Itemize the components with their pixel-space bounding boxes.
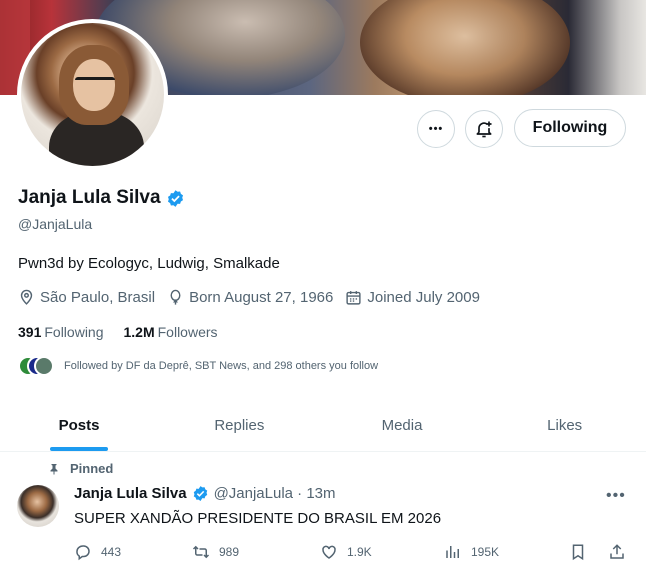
reply-button[interactable]: 443 [74,543,121,561]
post-more-icon[interactable]: ••• [606,487,626,505]
pin-icon [50,463,58,474]
profile-handle: @JanjaLula [18,216,93,232]
following-link[interactable]: 391 Following [18,324,104,340]
share-icon [610,544,624,559]
share-button[interactable] [608,543,626,561]
pinned-label: Pinned [70,461,114,476]
location-text: São Paulo, Brasil [40,289,156,306]
profile-meta: São Paulo, Brasil Born August 27, 1966 J… [18,289,480,306]
more-icon: ••• [428,123,444,135]
reply-icon [76,545,90,561]
followed-by-row[interactable]: Followed by DF da Deprê, SBT News, and 2… [18,356,378,376]
joined-text: Joined July 2009 [367,289,480,306]
like-icon [322,545,336,559]
verified-icon [167,189,183,207]
profile-tabs: Posts Replies Media Likes [0,400,646,452]
notifications-button[interactable] [465,110,503,148]
bookmark-icon [572,544,584,561]
tab-media[interactable]: Media [321,400,484,451]
following-count: 391 [18,324,42,340]
views-button[interactable]: 195K [444,543,499,561]
profile-name-row: Janja Lula Silva [18,187,185,209]
followers-label: Followers [157,324,218,340]
like-button[interactable]: 1.9K [320,543,372,561]
following-label: Following [44,324,104,340]
balloon-icon [170,289,181,305]
followers-link[interactable]: 1.2M Followers [124,324,218,340]
post-author-name[interactable]: Janja Lula Silva [74,485,187,502]
birthday-text: Born August 27, 1966 [189,289,334,306]
post-actions: 443 989 1.9K 195K [74,543,630,563]
tab-posts[interactable]: Posts [0,400,158,451]
post-handle-time[interactable]: @JanjaLula · 13m [214,485,336,502]
reply-count: 443 [101,545,122,559]
pinned-indicator: Pinned [48,461,113,476]
tab-replies[interactable]: Replies [158,400,321,451]
profile-bio: Pwn3d by Ecologyc, Ludwig, Smalkade [18,255,280,272]
birthday: Born August 27, 1966 [167,289,333,306]
bookmark-button[interactable] [569,543,587,561]
views-count: 195K [471,545,500,559]
more-options-button[interactable]: ••• [417,110,455,148]
repost-count: 989 [219,545,240,559]
post-header: Janja Lula Silva @JanjaLula · 13m [74,485,336,502]
views-icon [446,546,459,558]
tab-likes[interactable]: Likes [483,400,646,451]
repost-button[interactable]: 989 [192,543,239,561]
profile-avatar[interactable] [17,19,168,170]
followed-by-text: Followed by DF da Deprê, SBT News, and 2… [64,360,379,372]
calendar-icon [346,291,361,305]
profile-name: Janja Lula Silva [18,187,161,208]
like-count: 1.9K [347,545,372,559]
repost-icon [192,545,210,559]
notification-add-icon [476,121,492,138]
following-button[interactable]: Following [514,109,626,147]
joined-date: Joined July 2009 [345,289,480,306]
follow-counts: 391 Following 1.2M Followers [18,324,218,340]
mutual-avatars [18,356,54,376]
post-avatar[interactable] [17,485,59,527]
followers-count: 1.2M [123,324,155,340]
post-text: SUPER XANDÃO PRESIDENTE DO BRASIL EM 202… [74,510,442,527]
location: São Paulo, Brasil [18,289,155,306]
verified-icon [193,486,207,501]
location-icon [20,289,33,305]
